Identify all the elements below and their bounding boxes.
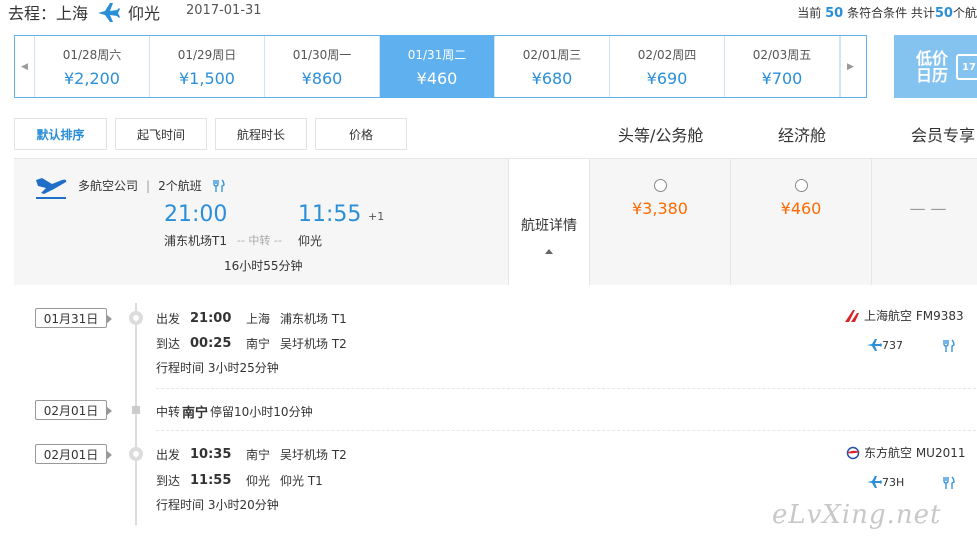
date-cell-selected[interactable]: 01/31周二 ¥460	[380, 36, 495, 97]
route-date: 2017-01-31	[186, 3, 262, 18]
date-cell[interactable]: 02/03周五 ¥700	[725, 36, 840, 97]
date-cell[interactable]: 01/29周日 ¥1,500	[150, 36, 265, 97]
meal-icon	[213, 179, 225, 192]
flight-detail-toggle[interactable]: 航班详情	[508, 159, 590, 286]
fare-first-radio[interactable]	[653, 179, 667, 192]
segment-carrier: 东方航空 MU2011	[844, 444, 966, 461]
shanghai-airlines-logo-icon	[845, 309, 859, 322]
timeline-transfer-node	[132, 406, 140, 414]
date-cell[interactable]: 01/28周六 ¥2,200	[35, 36, 150, 97]
fare-member: — —	[909, 199, 947, 218]
timeline-node	[129, 311, 143, 325]
route-origin: 去程：上海	[8, 4, 89, 23]
multi-airline-logo-icon	[36, 178, 67, 199]
segment-aircraft: 737	[866, 338, 903, 352]
departure-time: 21:00	[164, 202, 228, 227]
segment-date-badge: 02月01日	[35, 444, 112, 464]
date-cell[interactable]: 01/30周一 ¥860	[265, 36, 380, 97]
segment-arrival: 到达 00:25 南宁 吴圩机场 T2	[156, 336, 347, 351]
plane-icon	[98, 3, 121, 22]
arrival-time: 11:55	[298, 202, 362, 227]
fare-economy-radio[interactable]	[794, 179, 808, 192]
cabin-economy-header: 经济舱	[778, 126, 827, 145]
date-strip: ◀ 01/28周六 ¥2,200 01/29周日 ¥1,500 01/30周一 …	[14, 35, 867, 98]
sort-default-button[interactable]: 默认排序	[14, 118, 107, 150]
calendar-icon: 17	[956, 53, 977, 80]
date-cell[interactable]: 02/02周四 ¥690	[610, 36, 725, 97]
date-cell[interactable]: 02/01周三 ¥680	[495, 36, 610, 97]
segment-trip-time: 行程时间 3小时20分钟	[156, 498, 279, 512]
transfer-date-badge: 02月01日	[35, 400, 112, 420]
low-price-calendar-button[interactable]: 低价 日历 17	[894, 35, 977, 98]
aircraft-icon	[867, 339, 882, 351]
meal-icon	[943, 339, 955, 352]
aircraft-icon	[867, 476, 882, 488]
cabin-member-header: 会员专享	[911, 126, 976, 145]
arrival-airport: 仰光	[298, 234, 323, 248]
transfer-indicator: -- 中转 --	[237, 234, 282, 247]
sort-duration-button[interactable]: 航程时长	[215, 118, 307, 150]
airline-info: 多航空公司 | 2个航班	[78, 177, 226, 194]
segment-trip-time: 行程时间 3小时25分钟	[156, 361, 279, 375]
next-day-badge: +1	[368, 210, 385, 223]
sort-price-button[interactable]: 价格	[315, 118, 407, 150]
collapse-arrow-icon	[545, 249, 553, 254]
fare-economy[interactable]: ¥460	[731, 159, 872, 286]
watermark: eLvXing.net	[772, 500, 942, 530]
route-title: 去程：上海 仰光	[8, 0, 160, 24]
sort-bar: 默认排序 起飞时间 航程时长 价格	[14, 118, 415, 150]
fare-first-class[interactable]: ¥3,380	[590, 159, 731, 286]
sort-departure-button[interactable]: 起飞时间	[115, 118, 207, 150]
total-duration: 16小时55分钟	[224, 259, 303, 273]
date-prev-button[interactable]: ◀	[15, 36, 35, 97]
route-destination: 仰光	[128, 4, 161, 23]
timeline	[135, 303, 137, 525]
timeline-node	[129, 447, 143, 461]
segment-departure: 出发 10:35 南宁 吴圩机场 T2	[156, 447, 347, 462]
date-next-button[interactable]: ▶	[840, 36, 860, 97]
departure-airport: 浦东机场T1	[164, 234, 227, 248]
segment-date-badge: 01月31日	[35, 308, 112, 328]
result-count: 当前 50 条符合条件 共计50个航	[797, 6, 977, 21]
flight-count: 2个航班	[158, 179, 202, 193]
segment-aircraft: 73H	[866, 475, 904, 489]
airline-name: 多航空公司	[78, 179, 139, 193]
flight-summary[interactable]: 多航空公司 | 2个航班 21:00 11:55 +1 浦东机场T1 -- 中转…	[14, 158, 977, 286]
segment-arrival: 到达 11:55 仰光 仰光 T1	[156, 473, 323, 488]
china-eastern-logo-icon	[846, 446, 860, 459]
meal-icon	[943, 476, 955, 489]
segment-carrier: 上海航空 FM9383	[844, 307, 964, 324]
segment-departure: 出发 21:00 上海 浦东机场 T1	[156, 311, 347, 326]
transfer-info: 中转 南宁 停留10小时10分钟	[156, 405, 313, 421]
cabin-first-header: 头等/公务舱	[618, 126, 704, 145]
